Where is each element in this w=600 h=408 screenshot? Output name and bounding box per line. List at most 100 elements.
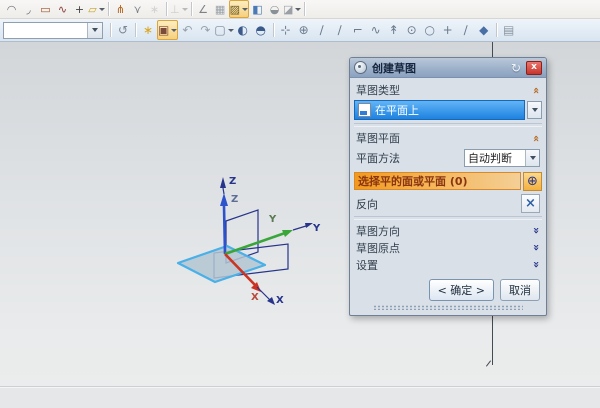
sketch-origin-section-header[interactable]: 草图原点 » <box>354 239 542 256</box>
enable-snap-toggle-icon: ▣ <box>158 24 169 36</box>
studio-spline-icon[interactable]: ∿ <box>54 1 71 17</box>
show-constraints-icon[interactable]: ∠ <box>195 1 212 17</box>
plane-method-dropdown-button[interactable] <box>525 150 539 166</box>
dialog-options-icon[interactable] <box>354 61 367 74</box>
grid-toggle-icon[interactable]: ▤ <box>500 21 518 39</box>
sketch-type-dropdown-button[interactable] <box>527 101 542 119</box>
y-axis-arrow-icon <box>282 230 293 237</box>
cancel-button[interactable]: 取消 <box>500 279 540 301</box>
expand-chevron-icon[interactable]: » <box>531 244 542 251</box>
y-datum-label: Y <box>312 223 321 234</box>
quick-trim-icon[interactable]: ⋔ <box>112 1 129 17</box>
viewport-bottom-strip <box>0 387 600 408</box>
x-datum-axis[interactable] <box>257 287 270 300</box>
snap-move-icon[interactable]: ⊹ <box>277 21 295 39</box>
snap-circle-icon[interactable]: ○ <box>421 21 439 39</box>
z-wcs-label: Z <box>231 194 238 205</box>
snap-slash-icon[interactable]: ∕ <box>457 21 475 39</box>
offset-curve-icon[interactable]: ▱ <box>88 1 105 17</box>
wireframe-sphere-icon[interactable]: ◓ <box>252 21 270 39</box>
snap-cube-icon: ◆ <box>479 24 488 36</box>
snap-arrow-icon[interactable]: ↟ <box>385 21 403 39</box>
collapse-chevron-icon[interactable]: « <box>531 134 542 141</box>
sketch-orientation-section-header[interactable]: 草图方向 » <box>354 222 542 239</box>
nx-application-window: { "toolbar_row1": { "items": [ {"name":"… <box>0 0 600 408</box>
finish-sketch-icon[interactable]: ◪ <box>283 1 301 17</box>
enable-snap-toggle-icon[interactable]: ▣ <box>157 20 178 40</box>
rectangle-tool-icon[interactable]: ▭ <box>37 1 54 17</box>
sketch-task-icon: ◒ <box>270 4 280 15</box>
profile-tool-icon[interactable]: ◠ <box>3 1 20 17</box>
constraints-menu-icon[interactable]: ⊥ <box>170 1 188 17</box>
y-axis[interactable] <box>225 233 285 254</box>
dropdown-arrow-icon[interactable] <box>99 8 105 11</box>
refresh-icon[interactable]: ↺ <box>114 21 132 39</box>
reset-icon[interactable]: ↻ <box>511 62 521 74</box>
snap-corner-icon[interactable]: ⌐ <box>349 21 367 39</box>
snap-point-icon[interactable]: ∗ <box>139 21 157 39</box>
target-icon: ⊕ <box>527 175 538 188</box>
sketch-grid-icon: ▦ <box>215 4 225 15</box>
select-plane-prompt[interactable]: 选择平的面或平面 (0) <box>354 172 521 190</box>
datum-plane-xy-highlighted[interactable] <box>178 246 265 282</box>
rectangle-tool-icon: ▭ <box>40 4 50 15</box>
snap-handle-icon[interactable]: ⊕ <box>295 21 313 39</box>
toolbar-separator <box>273 23 274 37</box>
dropdown-arrow-icon[interactable] <box>171 29 177 32</box>
y-datum-axis[interactable] <box>293 226 306 230</box>
snap-spline-icon[interactable]: ∿ <box>367 21 385 39</box>
quick-trim-icon: ⋔ <box>116 4 125 15</box>
dialog-title: 创建草图 <box>372 60 506 76</box>
fillet-tool-icon[interactable]: ◞ <box>20 1 37 17</box>
toolbar-combobox[interactable] <box>3 22 103 39</box>
snap-point2-icon[interactable]: + <box>439 21 457 39</box>
sketch-toolbar: ◠◞▭ ∿ + ▱ ⋔ ⋎∗ ⊥ ∠▦ ▨◧ ◒◪ <box>0 0 600 19</box>
sketch-orientation-label: 草图方向 <box>356 223 400 239</box>
finish-sketch-icon: ◪ <box>283 4 293 15</box>
reverse-direction-button[interactable]: × <box>521 194 540 213</box>
sketch-type-section-header[interactable]: 草图类型 « <box>354 81 542 99</box>
expand-chevron-icon[interactable]: » <box>531 227 542 234</box>
snap-center-icon[interactable]: ⊙ <box>403 21 421 39</box>
update-model-icon[interactable]: ◧ <box>249 1 266 17</box>
close-button[interactable]: x <box>526 61 542 75</box>
point-tool-icon: + <box>75 4 84 15</box>
quick-extend-icon[interactable]: ⋎ <box>129 1 146 17</box>
shaded-sphere-icon[interactable]: ◐ <box>234 21 252 39</box>
dialog-resize-grip[interactable] <box>373 305 523 310</box>
dropdown-arrow-icon[interactable] <box>242 8 248 11</box>
sketch-task-icon[interactable]: ◒ <box>266 1 283 17</box>
snap-midpoint-icon[interactable]: ∕ <box>331 21 349 39</box>
datum-csys[interactable]: Z Z Y Y X X <box>145 172 325 312</box>
reattach-forward-icon[interactable]: ↷ <box>196 21 214 39</box>
selection-rect-icon[interactable]: ▢ <box>214 21 233 39</box>
settings-section-header[interactable]: 设置 » <box>354 256 542 273</box>
reattach-back-icon[interactable]: ↶ <box>178 21 196 39</box>
point-tool-icon[interactable]: + <box>71 1 88 17</box>
combobox-dropdown-button[interactable] <box>87 23 102 38</box>
reverse-label: 反向 <box>356 196 378 212</box>
snap-point-icon: ∗ <box>143 24 153 36</box>
make-corner-icon[interactable]: ∗ <box>146 1 163 17</box>
select-face-button[interactable]: ⊕ <box>523 172 542 191</box>
dropdown-arrow-icon[interactable] <box>182 8 188 11</box>
dialog-title-bar[interactable]: 创建草图 ↻ x <box>350 58 546 78</box>
toolbar-separator <box>110 23 111 37</box>
dropdown-arrow-icon[interactable] <box>228 29 234 32</box>
dropdown-arrow-icon[interactable] <box>295 8 301 11</box>
snap-cube-icon[interactable]: ◆ <box>475 21 493 39</box>
select-plane-row: 选择平的面或平面 (0) ⊕ <box>354 171 542 191</box>
snap-move-icon: ⊹ <box>281 24 291 36</box>
section-divider <box>354 216 542 220</box>
sketch-type-select[interactable]: 在平面上 <box>354 100 525 120</box>
sketch-grid-icon[interactable]: ▦ <box>212 1 229 17</box>
expand-chevron-icon[interactable]: » <box>531 261 542 268</box>
collapse-chevron-icon[interactable]: « <box>531 86 542 93</box>
ok-button[interactable]: < 确定 > <box>429 279 494 301</box>
z-datum-axis[interactable] <box>223 188 224 194</box>
plane-method-select[interactable]: 自动判断 <box>464 149 540 167</box>
z-axis[interactable] <box>224 206 225 254</box>
snap-endpoint-icon[interactable]: ∕ <box>313 21 331 39</box>
sketch-plane-section-header[interactable]: 草图平面 « <box>354 129 542 147</box>
display-sketch-constraints-icon[interactable]: ▨ <box>229 0 249 18</box>
